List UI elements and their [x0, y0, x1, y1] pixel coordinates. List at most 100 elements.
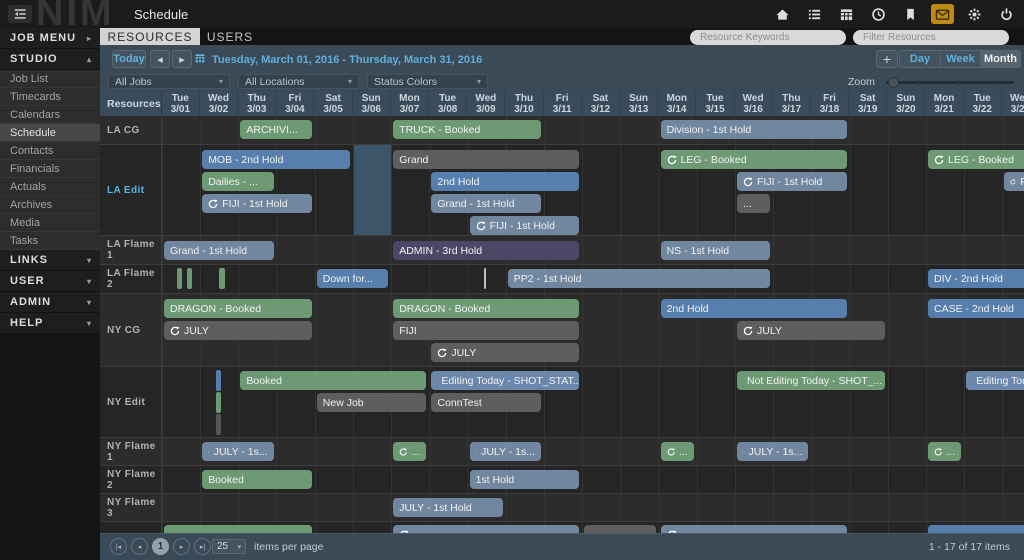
- schedule-bar[interactable]: 1st Hold: [470, 470, 580, 489]
- date-column-header[interactable]: Thu3/10: [505, 91, 543, 116]
- sidebar-item-media[interactable]: Media: [0, 214, 100, 232]
- date-column-header[interactable]: Sat3/12: [582, 91, 620, 116]
- date-column-header[interactable]: Tue3/08: [429, 91, 467, 116]
- schedule-bar[interactable]: MOB - 2nd Hold: [202, 150, 350, 169]
- schedule-bar[interactable]: Booked: [240, 371, 426, 390]
- resource-row-label[interactable]: NY Edit: [100, 367, 162, 437]
- schedule-bar[interactable]: Not Editing Today - SHOT_...: [737, 371, 885, 390]
- view-day-button[interactable]: Day: [900, 51, 940, 67]
- schedule-bar[interactable]: ARCHIVI...: [240, 120, 311, 139]
- date-column-header[interactable]: Mon3/21: [925, 91, 963, 116]
- current-page-button[interactable]: 1: [152, 538, 169, 555]
- schedule-bar[interactable]: Dailies - ...: [202, 172, 273, 191]
- schedule-bar[interactable]: [393, 525, 579, 533]
- schedule-bar[interactable]: ConnTest: [431, 393, 541, 412]
- schedule-bar[interactable]: PP2 - 1st Hold: [508, 269, 770, 288]
- schedule-bar[interactable]: JULY: [164, 321, 312, 340]
- schedule-bar[interactable]: Down for...: [317, 269, 388, 288]
- power-icon[interactable]: [995, 4, 1018, 24]
- date-column-header[interactable]: Sun3/13: [620, 91, 658, 116]
- schedule-bar[interactable]: [928, 525, 1024, 533]
- schedule-tick-bar[interactable]: [177, 268, 182, 289]
- settings-icon[interactable]: [963, 4, 986, 24]
- date-column-header[interactable]: Thu3/03: [238, 91, 276, 116]
- schedule-bar[interactable]: Editing Today - SHOT_STAT...: [431, 371, 579, 390]
- date-column-header[interactable]: Wed3/09: [467, 91, 505, 116]
- sidebar-item-links[interactable]: LINKS▾: [0, 250, 100, 271]
- clock-icon[interactable]: [867, 4, 890, 24]
- schedule-bar[interactable]: FIJI - 1st Hold: [737, 172, 847, 191]
- schedule-bar[interactable]: ...: [737, 194, 770, 213]
- schedule-bar[interactable]: [164, 525, 312, 533]
- prev-page-button[interactable]: ◂: [131, 538, 148, 555]
- schedule-bar[interactable]: NS - 1st Hold: [661, 241, 771, 260]
- schedule-bar[interactable]: [661, 525, 847, 533]
- view-week-button[interactable]: Week: [940, 51, 980, 67]
- last-page-button[interactable]: ▸|: [194, 538, 211, 555]
- schedule-bar[interactable]: 2nd Hold: [661, 299, 847, 318]
- date-column-header[interactable]: Tue3/22: [964, 91, 1002, 116]
- zoom-slider[interactable]: [886, 81, 1014, 84]
- resource-row-label[interactable]: NY Flame 3: [100, 494, 162, 521]
- date-column-header[interactable]: Wed3/02: [200, 91, 238, 116]
- items-per-page-select[interactable]: 25▾: [212, 539, 246, 554]
- date-column-header[interactable]: Tue3/01: [162, 91, 200, 116]
- date-column-header[interactable]: Fri3/18: [811, 91, 849, 116]
- schedule-bar[interactable]: Grand: [393, 150, 579, 169]
- date-column-header[interactable]: Sat3/05: [314, 91, 352, 116]
- schedule-bar[interactable]: JULY - 1st Hold: [393, 498, 503, 517]
- date-column-header[interactable]: Fri3/04: [276, 91, 314, 116]
- schedule-bar[interactable]: JULY - 1s...: [470, 442, 541, 461]
- schedule-bar[interactable]: [584, 525, 655, 533]
- schedule-bar[interactable]: Division - 1st Hold: [661, 120, 847, 139]
- schedule-bar[interactable]: FIJI - 1st Hold: [202, 194, 312, 213]
- resource-row-label[interactable]: LA Edit: [100, 145, 162, 235]
- tab-resources[interactable]: RESOURCES: [100, 28, 200, 45]
- sidebar-item-financials[interactable]: Financials: [0, 160, 100, 178]
- date-column-header[interactable]: Mon3/14: [658, 91, 696, 116]
- date-column-header[interactable]: Thu3/17: [773, 91, 811, 116]
- schedule-bar[interactable]: Grand - 1st Hold: [164, 241, 274, 260]
- date-column-header[interactable]: Wed3/16: [735, 91, 773, 116]
- resource-row-label[interactable]: LA Flame 2: [100, 265, 162, 293]
- date-column-header[interactable]: Sat3/19: [849, 91, 887, 116]
- filter-resources-input[interactable]: [853, 30, 1009, 45]
- mail-icon[interactable]: [931, 4, 954, 24]
- schedule-bar[interactable]: Editing Tod...: [966, 371, 1024, 390]
- filter-all-jobs[interactable]: All Jobs▾: [108, 74, 230, 89]
- resource-row-label[interactable]: [100, 522, 162, 533]
- date-range-label[interactable]: Tuesday, March 01, 2016 - Thursday, Marc…: [212, 54, 482, 66]
- tab-users[interactable]: USERS: [200, 28, 260, 45]
- schedule-bar[interactable]: LEG - Booked: [661, 150, 847, 169]
- sidebar-item-actuals[interactable]: Actuals: [0, 178, 100, 196]
- resource-row-label[interactable]: LA CG: [100, 116, 162, 144]
- schedule-bar[interactable]: JULY - 1s...: [202, 442, 273, 461]
- list-icon[interactable]: [803, 4, 826, 24]
- schedule-bar[interactable]: DIV - 2nd Hold: [928, 269, 1024, 288]
- schedule-bar[interactable]: ...: [661, 442, 694, 461]
- schedule-tick-bar[interactable]: [216, 392, 221, 413]
- schedule-tick-bar[interactable]: [219, 268, 225, 289]
- schedule-bar[interactable]: 2nd Hold: [431, 172, 579, 191]
- calendar-icon[interactable]: [835, 4, 858, 24]
- sidebar-item-schedule[interactable]: Schedule: [0, 124, 100, 142]
- bookmark-icon[interactable]: [899, 4, 922, 24]
- sidebar-item-archives[interactable]: Archives: [0, 196, 100, 214]
- sidebar-item-job-list[interactable]: Job List: [0, 70, 100, 88]
- prev-arrow-button[interactable]: ◂: [150, 50, 170, 68]
- zoom-slider-handle[interactable]: [888, 77, 899, 88]
- schedule-bar[interactable]: New Job: [317, 393, 427, 412]
- schedule-bar[interactable]: LEG - Booked: [928, 150, 1024, 169]
- sidebar-item-contacts[interactable]: Contacts: [0, 142, 100, 160]
- date-column-header[interactable]: Tue3/15: [696, 91, 734, 116]
- schedule-bar[interactable]: FIJI: [393, 321, 579, 340]
- resource-row-label[interactable]: NY Flame 2: [100, 466, 162, 493]
- schedule-bar[interactable]: JULY: [737, 321, 885, 340]
- schedule-bar[interactable]: TRUCK - Booked: [393, 120, 541, 139]
- resource-keywords-input[interactable]: [690, 30, 846, 45]
- schedule-bar[interactable]: ...: [928, 442, 961, 461]
- schedule-bar[interactable]: Booked: [202, 470, 312, 489]
- sidebar-item-calendars[interactable]: Calendars: [0, 106, 100, 124]
- schedule-bar[interactable]: FIJI - 1st...: [1004, 172, 1024, 191]
- schedule-tick-bar[interactable]: [484, 268, 486, 289]
